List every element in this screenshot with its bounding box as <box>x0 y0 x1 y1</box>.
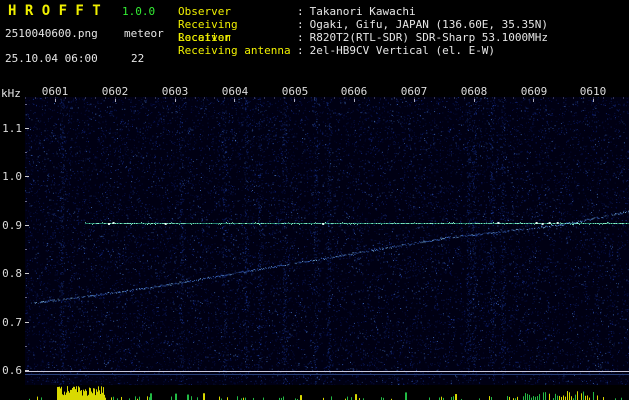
app-title: H R O F F T <box>8 3 101 19</box>
info-label: Receiver <box>178 31 231 44</box>
info-label: Receiving antenna <box>178 44 291 57</box>
activity-strip-canvas <box>25 385 629 400</box>
output-filename: 2510040600.png <box>5 27 98 40</box>
spectrogram-canvas <box>25 97 629 385</box>
app-version: 1.0.0 <box>122 5 156 18</box>
freq-unit-label: kHz <box>1 87 21 100</box>
info-label: Receiving Location <box>178 18 238 44</box>
freq-tick-label: 0.6 <box>2 364 22 377</box>
info-separator: : <box>297 18 304 31</box>
info-row-observer: Observer: Takanori Kawachi <box>178 5 548 18</box>
echo-count: 22 <box>131 52 145 65</box>
info-separator: : <box>297 44 304 57</box>
freq-tick-label: 1.0 <box>2 170 22 183</box>
info-row-receiver: Receiver: R820T2(RTL-SDR) SDR-Sharp 53.10… <box>178 31 548 44</box>
info-value: Takanori Kawachi <box>309 5 416 18</box>
info-label: Observer <box>178 5 231 18</box>
info-separator: : <box>297 5 304 18</box>
mode-label: meteor <box>124 27 164 40</box>
station-info-table: Observer: Takanori Kawachi Receiving Loca… <box>178 5 548 57</box>
info-value: Ogaki, Gifu, JAPAN (136.60E, 35.35N) <box>309 18 549 31</box>
freq-tick-label: 0.7 <box>2 316 22 329</box>
freq-tick-label: 0.8 <box>2 267 22 280</box>
info-row-location: Receiving Location: Ogaki, Gifu, JAPAN (1… <box>178 18 549 44</box>
hrofft-screen: H R O F F T 1.0.0 2510040600.png meteor … <box>0 0 629 400</box>
freq-tick-label: 1.1 <box>2 122 22 135</box>
info-value: 2el-HB9CV Vertical (el. E-W) <box>309 44 496 57</box>
observation-datetime: 25.10.04 06:00 <box>5 52 98 65</box>
freq-tick-label: 0.9 <box>2 219 22 232</box>
info-row-antenna: Receiving antenna:2el-HB9CV Vertical (el… <box>178 44 548 57</box>
info-value: R820T2(RTL-SDR) SDR-Sharp 53.1000MHz <box>309 31 549 44</box>
info-separator: : <box>297 31 304 44</box>
